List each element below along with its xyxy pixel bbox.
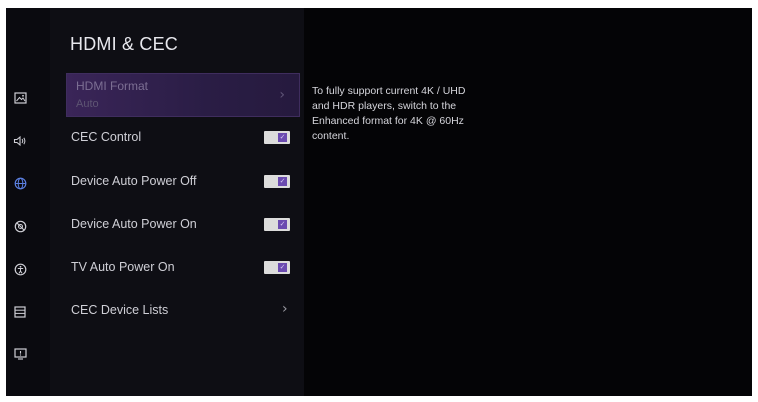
chevron-right-icon: › [279, 87, 285, 103]
check-icon: ✓ [278, 263, 287, 272]
check-icon: ✓ [278, 133, 287, 142]
device-auto-power-off-toggle[interactable]: ✓ [264, 175, 290, 188]
system-icon[interactable] [12, 304, 28, 320]
menu-item-value: Auto [76, 98, 99, 110]
check-icon: ✓ [278, 220, 287, 229]
privacy-icon[interactable] [12, 218, 28, 234]
settings-panel: HDMI & CEC HDMI Format Auto › CEC Contro… [50, 8, 304, 396]
accessibility-icon[interactable] [12, 261, 28, 277]
tv-screen: HDMI & CEC HDMI Format Auto › CEC Contro… [6, 8, 752, 396]
menu-item-tv-auto-power-on[interactable]: TV Auto Power On ✓ [50, 246, 302, 288]
chevron-right-icon: › [282, 301, 288, 317]
page-title: HDMI & CEC [70, 34, 179, 54]
menu-item-label: HDMI Format [76, 79, 148, 93]
sound-icon[interactable] [12, 133, 28, 149]
menu-item-label: TV Auto Power On [71, 260, 175, 274]
menu-item-device-auto-power-off[interactable]: Device Auto Power Off ✓ [50, 160, 302, 202]
menu-item-cec-control[interactable]: CEC Control ✓ [50, 117, 302, 159]
menu-item-label: CEC Control [71, 130, 142, 144]
tv-auto-power-on-toggle[interactable]: ✓ [264, 261, 290, 274]
cec-control-toggle[interactable]: ✓ [264, 131, 290, 144]
menu-item-label: Device Auto Power On [71, 217, 197, 231]
device-auto-power-on-toggle[interactable]: ✓ [264, 218, 290, 231]
menu-item-label: Device Auto Power Off [71, 174, 197, 188]
check-icon: ✓ [278, 177, 287, 186]
network-icon[interactable] [12, 175, 28, 191]
help-description: To fully support current 4K / UHD and HD… [312, 85, 466, 142]
menu-item-label: CEC Device Lists [71, 303, 169, 317]
picture-icon[interactable] [12, 90, 28, 106]
menu-item-hdmi-format[interactable]: HDMI Format Auto › [66, 73, 300, 117]
menu-item-cec-device-lists[interactable]: CEC Device Lists › [50, 289, 302, 331]
support-icon[interactable] [12, 346, 28, 362]
settings-sidebar [6, 8, 50, 396]
menu-item-device-auto-power-on[interactable]: Device Auto Power On ✓ [50, 203, 302, 245]
